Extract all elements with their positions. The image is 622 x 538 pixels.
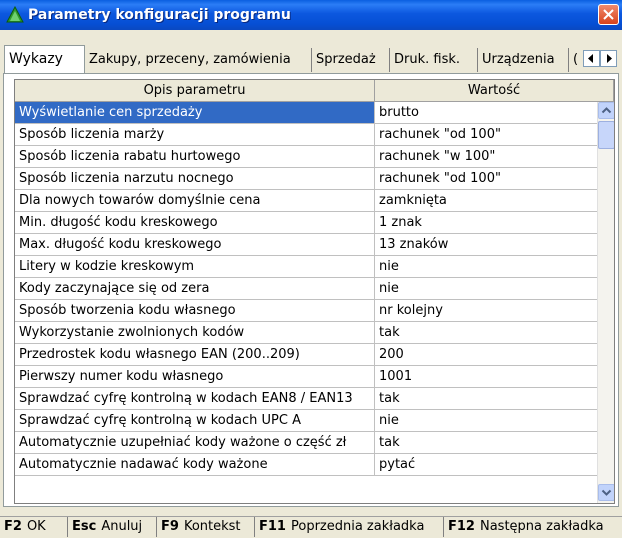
- scroll-left-arrow-icon: [588, 54, 593, 63]
- param-value[interactable]: zamknięta: [375, 190, 597, 212]
- param-value[interactable]: pytać: [375, 454, 597, 476]
- window-title: Parametry konfiguracji programu: [28, 7, 291, 23]
- table-row[interactable]: Sposób liczenia rabatu hurtowego rachunek…: [15, 146, 597, 168]
- scroll-right-arrow-icon: [607, 54, 612, 63]
- next-tab-button[interactable]: F12 Następna zakładka: [444, 517, 622, 537]
- table-row[interactable]: Przedrostek kodu własnego EAN (200..209)…: [15, 344, 597, 366]
- window-titlebar: Parametry konfiguracji programu: [0, 0, 622, 30]
- param-name: Sprawdzać cyfrę kontrolną w kodach UPC A: [15, 410, 375, 432]
- table-row[interactable]: Pierwszy numer kodu własnego 1001: [15, 366, 597, 388]
- table-row[interactable]: Automatycznie uzupełniać kody ważone o c…: [15, 432, 597, 454]
- table-row[interactable]: Sposób liczenia narzutu nocnego rachunek …: [15, 168, 597, 190]
- shortcut-key: F2: [4, 519, 22, 534]
- param-value[interactable]: tak: [375, 322, 597, 344]
- app-icon: [6, 6, 24, 23]
- scroll-down-arrow-icon: [601, 489, 612, 496]
- tab-urzadzenia[interactable]: Urządzenia: [478, 48, 569, 72]
- param-value[interactable]: nie: [375, 278, 597, 300]
- param-name: Wyświetlanie cen sprzedaży: [15, 102, 375, 124]
- shortcut-key: F12: [448, 519, 475, 534]
- shortcut-label: Następna zakładka: [479, 519, 604, 534]
- param-name: Max. długość kodu kreskowego: [15, 234, 375, 256]
- param-value[interactable]: nie: [375, 256, 597, 278]
- statusbar: F2 OK Esc Anuluj F9 Kontekst F11 Poprzednia …: [0, 516, 622, 538]
- table-row[interactable]: Automatycznie nadawać kody ważone pytać: [15, 454, 597, 476]
- scroll-up-arrow-icon: [601, 107, 612, 114]
- param-value[interactable]: rachunek "w 100": [375, 146, 597, 168]
- param-value[interactable]: 1001: [375, 366, 597, 388]
- param-name: Min. długość kodu kreskowego: [15, 212, 375, 234]
- ok-button[interactable]: F2 OK: [0, 517, 68, 537]
- cancel-button[interactable]: Esc Anuluj: [68, 517, 157, 537]
- param-name: Sposób liczenia narzutu nocnego: [15, 168, 375, 190]
- vertical-scrollbar[interactable]: [597, 102, 614, 503]
- table-row[interactable]: Sprawdzać cyfrę kontrolną w kodach UPC A…: [15, 410, 597, 432]
- table-row[interactable]: Min. długość kodu kreskowego 1 znak: [15, 212, 597, 234]
- column-header-description[interactable]: Opis parametru: [15, 80, 375, 102]
- param-name: Pierwszy numer kodu własnego: [15, 366, 375, 388]
- table-row[interactable]: Sposób liczenia marży rachunek "od 100": [15, 124, 597, 146]
- tab-strip: Wykazy Zakupy, przeceny, zamówienia Sprz…: [0, 30, 622, 74]
- shortcut-key: F11: [259, 519, 286, 534]
- context-button[interactable]: F9 Kontekst: [157, 517, 255, 537]
- param-name: Przedrostek kodu własnego EAN (200..209): [15, 344, 375, 366]
- param-name: Sposób liczenia marży: [15, 124, 375, 146]
- param-name: Dla nowych towarów domyślnie cena: [15, 190, 375, 212]
- param-name: Kody zaczynające się od zera: [15, 278, 375, 300]
- param-value[interactable]: 200: [375, 344, 597, 366]
- param-value[interactable]: nr kolejny: [375, 300, 597, 322]
- table-row[interactable]: Sposób tworzenia kodu własnego nr kolejny: [15, 300, 597, 322]
- scroll-up-button[interactable]: [598, 102, 614, 119]
- table-row[interactable]: Litery w kodzie kreskowym nie: [15, 256, 597, 278]
- table-row[interactable]: Wykorzystanie zwolnionych kodów tak: [15, 322, 597, 344]
- tab-scroll-left[interactable]: [583, 50, 600, 67]
- param-value[interactable]: rachunek "od 100": [375, 168, 597, 190]
- param-value[interactable]: tak: [375, 388, 597, 410]
- param-name: Litery w kodzie kreskowym: [15, 256, 375, 278]
- param-name: Sposób tworzenia kodu własnego: [15, 300, 375, 322]
- param-name: Sposób liczenia rabatu hurtowego: [15, 146, 375, 168]
- shortcut-label: OK: [26, 519, 46, 534]
- scroll-down-button[interactable]: [598, 484, 614, 501]
- tab-partial[interactable]: (: [569, 48, 583, 72]
- close-button[interactable]: [598, 4, 619, 25]
- param-value[interactable]: rachunek "od 100": [375, 124, 597, 146]
- tab-wykazy[interactable]: Wykazy: [4, 45, 85, 73]
- tab-druk-fisk[interactable]: Druk. fisk.: [390, 48, 478, 72]
- tab-scroll-right[interactable]: [600, 50, 617, 67]
- param-name: Wykorzystanie zwolnionych kodów: [15, 322, 375, 344]
- param-value[interactable]: 13 znaków: [375, 234, 597, 256]
- param-value[interactable]: brutto: [375, 102, 597, 124]
- shortcut-key: F9: [161, 519, 179, 534]
- param-name: Automatycznie uzupełniać kody ważone o c…: [15, 432, 375, 454]
- table-row[interactable]: Dla nowych towarów domyślnie cena zamknię…: [15, 190, 597, 212]
- table-row[interactable]: Sprawdzać cyfrę kontrolną w kodach EAN8 …: [15, 388, 597, 410]
- close-icon: [603, 9, 614, 20]
- column-header-value[interactable]: Wartość: [375, 80, 614, 102]
- parameters-grid: Opis parametru Wartość Wyświetlanie cen …: [14, 79, 615, 504]
- scroll-thumb[interactable]: [598, 121, 614, 149]
- param-value[interactable]: nie: [375, 410, 597, 432]
- tab-sprzedaz[interactable]: Sprzedaż: [312, 48, 390, 72]
- shortcut-label: Poprzednia zakładka: [290, 519, 425, 534]
- table-row[interactable]: Wyświetlanie cen sprzedaży brutto: [15, 102, 597, 124]
- param-value[interactable]: tak: [375, 432, 597, 454]
- table-row[interactable]: Kody zaczynające się od zera nie: [15, 278, 597, 300]
- table-row[interactable]: Max. długość kodu kreskowego 13 znaków: [15, 234, 597, 256]
- param-value[interactable]: 1 znak: [375, 212, 597, 234]
- previous-tab-button[interactable]: F11 Poprzednia zakładka: [255, 517, 444, 537]
- shortcut-key: Esc: [72, 519, 97, 534]
- shortcut-label: Anuluj: [101, 519, 143, 534]
- param-name: Automatycznie nadawać kody ważone: [15, 454, 375, 476]
- tab-zakupy[interactable]: Zakupy, przeceny, zamówienia: [85, 48, 312, 72]
- param-name: Sprawdzać cyfrę kontrolną w kodach EAN8 …: [15, 388, 375, 410]
- shortcut-label: Kontekst: [183, 519, 241, 534]
